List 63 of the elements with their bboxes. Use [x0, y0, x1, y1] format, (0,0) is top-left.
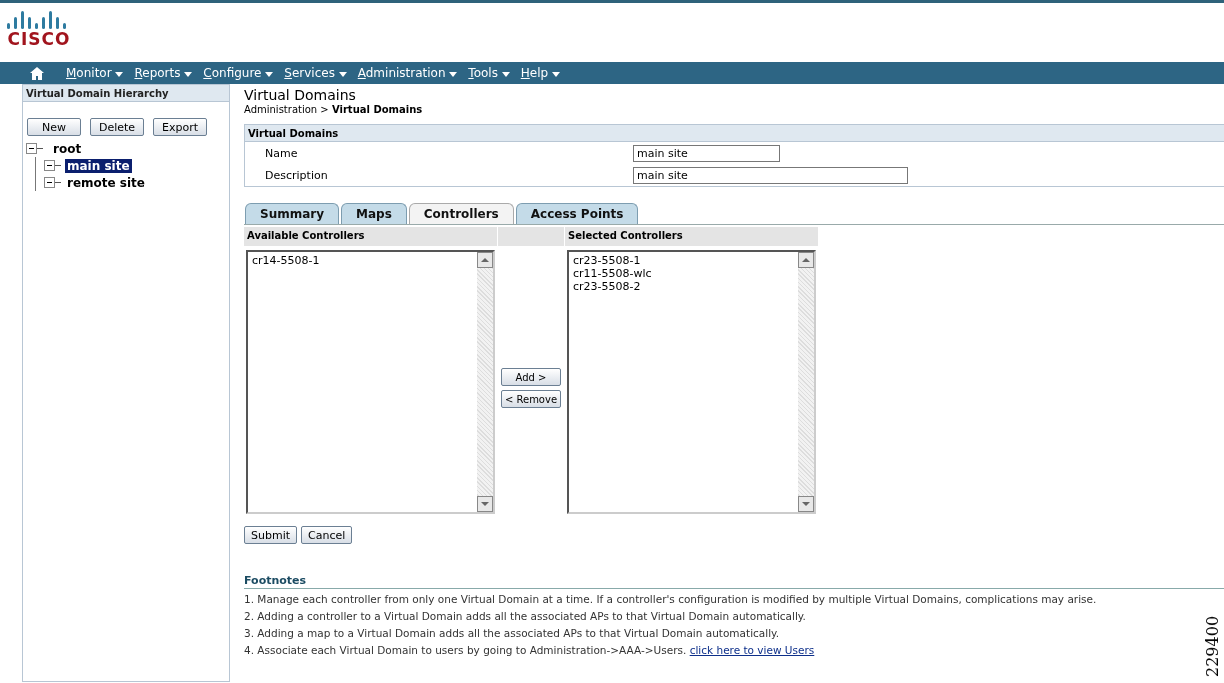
caret-icon	[184, 72, 193, 77]
scrollbar[interactable]	[798, 252, 814, 512]
tab[interactable]: Summary	[245, 203, 340, 224]
list-item[interactable]: cr23-5508-1	[573, 254, 794, 267]
caret-icon	[551, 72, 560, 77]
list-item[interactable]: cr11-5508-wlc	[573, 267, 794, 280]
caret-icon	[265, 72, 274, 77]
list-title: Selected Controllers	[565, 227, 818, 246]
form-button[interactable]: Submit	[244, 526, 298, 544]
tree-node[interactable]: main site	[65, 158, 132, 173]
caret-icon	[449, 72, 458, 77]
figure-number: 229400	[1204, 615, 1222, 677]
list-item[interactable]: cr14-5508-1	[252, 254, 473, 267]
nav-menu[interactable]: Services	[284, 66, 347, 80]
footnote-text: 3. Adding a map to a Virtual Domain adds all the associated APs to that Virtual Domain automatically.	[244, 626, 780, 640]
scroll-up-icon[interactable]	[798, 252, 814, 268]
column-header	[498, 227, 564, 246]
nav-menu[interactable]: Tools	[468, 66, 510, 80]
form-button[interactable]: Cancel	[301, 526, 353, 544]
caret-icon	[501, 72, 510, 77]
users-link[interactable]: click here to view Users	[689, 644, 815, 656]
tree-action-button[interactable]: Export	[153, 118, 207, 136]
tab[interactable]: Access Points	[515, 203, 639, 224]
section-title: Virtual Domains	[245, 124, 1224, 142]
controller-listbox[interactable]: cr14-5508-1	[246, 250, 495, 514]
nav-menu[interactable]: Administration	[357, 66, 458, 80]
company-logo: CISCO	[6, 9, 72, 48]
caret-icon	[338, 72, 347, 77]
collapse-icon[interactable]	[26, 143, 37, 154]
text-field[interactable]: main site	[633, 166, 908, 184]
collapse-icon[interactable]	[44, 177, 55, 188]
footnotes-title: Footnotes	[244, 574, 1224, 589]
nav-menu[interactable]: Monitor	[66, 66, 124, 80]
field-label: Name	[264, 146, 299, 160]
move-button[interactable]: Add >	[501, 368, 561, 386]
nav-menu[interactable]: Configure	[203, 66, 274, 80]
scroll-down-icon[interactable]	[477, 496, 493, 512]
panel-title: Virtual Domain Hierarchy	[23, 84, 229, 102]
scroll-down-icon[interactable]	[798, 496, 814, 512]
breadcrumb: Administration > Virtual Domains	[244, 104, 424, 115]
tree-node[interactable]: remote site	[65, 175, 147, 190]
nav-menu[interactable]: Help	[520, 66, 560, 80]
footnote-text: 2. Adding a controller to a Virtual Domain adds all the associated APs to that Virtual Domain automatically.	[244, 609, 806, 623]
tree-action-button[interactable]: New	[27, 118, 81, 136]
tab[interactable]: Controllers	[408, 203, 514, 224]
text-field[interactable]: main site	[633, 144, 780, 162]
footnote-text: 1. Manage each controller from only one Virtual Domain at a time. If a controller's configuration is modified by multiple Virtual Domains, complications may arise.	[244, 592, 1097, 606]
footnote-text: 4. Associate each Virtual Domain to users by going to Administration->AAA->Users. click here to view Users	[244, 643, 815, 657]
tree-action-button[interactable]: Delete	[90, 118, 144, 136]
nav-menu[interactable]: Reports	[134, 66, 193, 80]
tab[interactable]: Maps	[341, 203, 407, 224]
collapse-icon[interactable]	[44, 160, 55, 171]
scroll-up-icon[interactable]	[477, 252, 493, 268]
controller-listbox[interactable]: cr23-5508-1 cr11-5508-wlc cr23-5508-2	[567, 250, 816, 514]
caret-icon	[115, 72, 124, 77]
scrollbar[interactable]	[477, 252, 493, 512]
field-label: Description	[264, 168, 329, 182]
list-item[interactable]: cr23-5508-2	[573, 280, 794, 293]
list-title: Available Controllers	[244, 227, 497, 246]
page-title: Virtual Domains	[244, 87, 357, 103]
tree-node[interactable]: root	[51, 141, 84, 156]
move-button[interactable]: < Remove	[501, 390, 561, 408]
home-icon[interactable]	[30, 66, 44, 80]
